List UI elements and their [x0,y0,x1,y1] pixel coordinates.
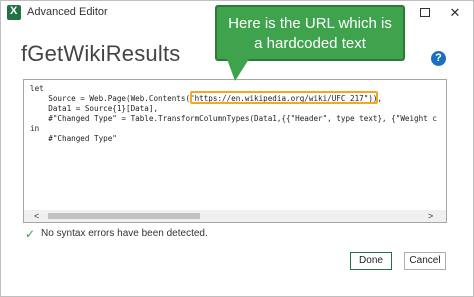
callout-line-1: Here is the URL which is [228,15,392,32]
window-title: Advanced Editor [27,6,108,18]
check-icon: ✓ [25,227,36,241]
scroll-left-icon[interactable]: < [34,210,39,222]
syntax-status: No syntax errors have been detected. [41,228,208,239]
help-icon[interactable]: ? [431,51,446,66]
scrollbar-thumb[interactable] [48,213,200,219]
callout-line-2: a hardcoded text [254,35,366,52]
advanced-editor-window: Advanced Editor ✕ fGetWikiResults ? let … [0,0,474,297]
code-line: #"Changed Type" [30,134,117,143]
maximize-icon [420,8,430,17]
annotation-callout: Here is the URL which is a hardcoded tex… [215,5,405,61]
code-line: let [30,84,44,93]
maximize-button[interactable] [413,3,437,23]
code-line: #"Changed Type" = Table.TransformColumnT… [30,114,437,123]
url-highlight-box [190,91,378,104]
horizontal-scrollbar[interactable]: < > [24,210,446,222]
excel-icon [7,5,21,20]
cancel-button[interactable]: Cancel [404,252,446,270]
query-title: fGetWikiResults [21,41,181,66]
code-line: in [30,124,40,133]
close-button[interactable]: ✕ [443,3,467,23]
done-button[interactable]: Done [350,252,392,270]
callout-pointer [227,59,249,81]
scroll-right-icon[interactable]: > [428,210,433,222]
code-line: Data1 = Source{1}[Data], [30,104,159,113]
